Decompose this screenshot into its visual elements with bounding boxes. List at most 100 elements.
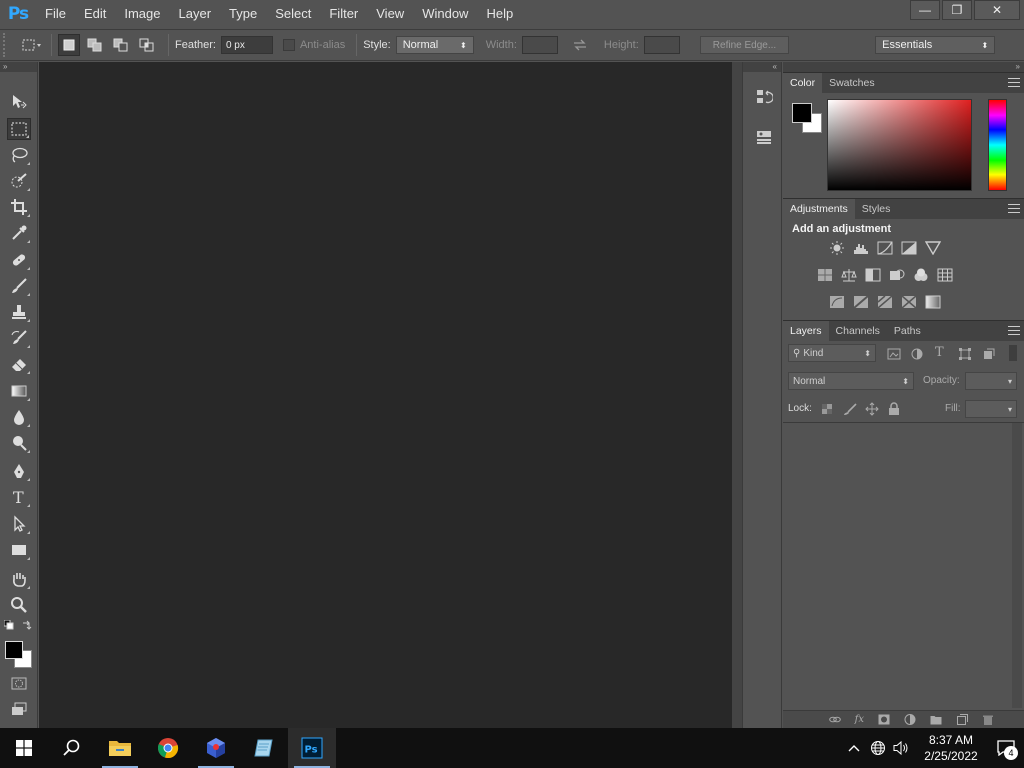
taskbar-photoshop[interactable]: Ps — [288, 728, 336, 768]
menu-edit[interactable]: Edit — [75, 0, 115, 28]
foreground-color-swatch[interactable] — [5, 641, 23, 659]
dock-collapse[interactable]: « — [743, 62, 781, 72]
volume-button[interactable] — [890, 728, 914, 768]
eraser-tool[interactable] — [7, 353, 31, 375]
clock[interactable]: 8:37 AM 2/25/2022 — [914, 732, 988, 764]
new-adjustment-layer-icon[interactable] — [904, 714, 916, 725]
network-button[interactable] — [866, 728, 890, 768]
lasso-tool[interactable] — [7, 144, 31, 166]
dodge-tool[interactable] — [7, 432, 31, 454]
antialias-checkbox[interactable] — [282, 39, 295, 51]
properties-panel-button[interactable] — [753, 126, 775, 148]
color-balance-icon[interactable] — [841, 268, 857, 282]
canvas-scrollbar[interactable] — [732, 62, 742, 728]
menu-help[interactable]: Help — [477, 0, 522, 28]
levels-icon[interactable] — [853, 241, 869, 255]
style-select[interactable]: Normal ⬍ — [395, 36, 474, 54]
width-input[interactable] — [521, 36, 558, 54]
add-selection-mode[interactable] — [84, 34, 106, 56]
move-tool[interactable] — [7, 91, 31, 113]
gradient-map-icon[interactable] — [925, 295, 941, 309]
opacity-input[interactable]: ▾ — [965, 372, 1017, 390]
posterize-icon[interactable] — [853, 295, 869, 309]
rectangular-marquee-tool[interactable] — [7, 118, 31, 140]
filter-shape-icon[interactable] — [959, 348, 971, 360]
history-brush-tool[interactable] — [7, 327, 31, 349]
new-layer-icon[interactable] — [956, 714, 968, 725]
start-button[interactable] — [0, 728, 48, 768]
panel-menu-icon[interactable] — [1008, 204, 1020, 213]
channel-mixer-icon[interactable] — [913, 268, 929, 282]
close-button[interactable]: ✕ — [974, 0, 1020, 20]
screen-mode-button[interactable] — [7, 698, 31, 720]
feather-input[interactable] — [220, 36, 273, 54]
hue-slider[interactable] — [988, 99, 1007, 191]
color-spectrum-field[interactable] — [827, 99, 972, 191]
workspace-select[interactable]: Essentials ⬍ — [875, 36, 996, 54]
new-selection-mode[interactable] — [58, 34, 80, 56]
lock-image-icon[interactable] — [843, 403, 857, 415]
tab-styles[interactable]: Styles — [855, 199, 898, 219]
layer-style-icon[interactable]: fx — [855, 714, 864, 725]
taskbar-file-explorer[interactable] — [96, 728, 144, 768]
height-input[interactable] — [643, 36, 680, 54]
tab-swatches[interactable]: Swatches — [822, 73, 882, 93]
curves-icon[interactable] — [877, 241, 893, 255]
link-layers-icon[interactable] — [828, 714, 841, 725]
lock-all-icon[interactable] — [888, 402, 900, 416]
panel-menu-icon[interactable] — [1008, 326, 1020, 335]
menu-window[interactable]: Window — [413, 0, 477, 28]
taskbar-chrome[interactable] — [144, 728, 192, 768]
blend-mode-select[interactable]: Normal ⬍ — [788, 372, 914, 390]
minimize-button[interactable]: — — [910, 0, 940, 20]
filter-smart-object-icon[interactable] — [983, 348, 995, 360]
swap-width-height-icon[interactable] — [572, 39, 588, 51]
layer-filter-select[interactable]: ⚲ Kind ⬍ — [788, 344, 876, 362]
lock-position-icon[interactable] — [865, 402, 879, 416]
hand-tool[interactable] — [7, 568, 31, 590]
zoom-tool[interactable] — [7, 594, 31, 616]
action-center-button[interactable]: 4 — [988, 728, 1024, 768]
quick-mask-button[interactable] — [7, 672, 31, 694]
tool-preset-picker[interactable] — [19, 34, 45, 56]
invert-icon[interactable] — [829, 295, 845, 309]
panel-menu-icon[interactable] — [1008, 78, 1020, 87]
menu-filter[interactable]: Filter — [320, 0, 367, 28]
threshold-icon[interactable] — [877, 295, 893, 309]
menu-file[interactable]: File — [36, 0, 75, 28]
subtract-selection-mode[interactable] — [110, 34, 132, 56]
menu-layer[interactable]: Layer — [170, 0, 221, 28]
color-foreground-swatch[interactable] — [792, 103, 812, 123]
show-hidden-icons-button[interactable] — [842, 728, 866, 768]
tab-adjustments[interactable]: Adjustments — [783, 199, 855, 219]
filter-toggle-switch[interactable] — [1009, 345, 1017, 361]
filter-adjustment-icon[interactable] — [911, 348, 923, 360]
tab-paths[interactable]: Paths — [887, 321, 928, 341]
brush-tool[interactable] — [7, 275, 31, 297]
clone-stamp-tool[interactable] — [7, 301, 31, 323]
taskbar-notepad[interactable] — [240, 728, 288, 768]
layer-list-scrollbar[interactable] — [1012, 423, 1022, 708]
menu-view[interactable]: View — [367, 0, 413, 28]
exposure-icon[interactable] — [901, 241, 917, 255]
path-selection-tool[interactable] — [7, 513, 31, 535]
eyedropper-tool[interactable] — [7, 222, 31, 244]
taskbar-3d-app[interactable] — [192, 728, 240, 768]
new-group-icon[interactable] — [930, 714, 942, 725]
options-bar-grip[interactable] — [3, 33, 13, 57]
rectangle-tool[interactable] — [7, 539, 31, 561]
menu-image[interactable]: Image — [115, 0, 169, 28]
spot-healing-tool[interactable] — [7, 249, 31, 271]
menu-select[interactable]: Select — [266, 0, 320, 28]
tab-color[interactable]: Color — [783, 73, 823, 93]
menu-type[interactable]: Type — [220, 0, 266, 28]
quick-selection-tool[interactable] — [7, 170, 31, 192]
intersect-selection-mode[interactable] — [136, 34, 158, 56]
type-tool[interactable]: T — [7, 486, 31, 508]
crop-tool[interactable] — [7, 196, 31, 218]
layer-list[interactable] — [783, 422, 1024, 708]
photo-filter-icon[interactable] — [889, 268, 905, 282]
search-button[interactable] — [48, 728, 96, 768]
pen-tool[interactable] — [7, 460, 31, 482]
trash-icon[interactable] — [982, 714, 994, 725]
